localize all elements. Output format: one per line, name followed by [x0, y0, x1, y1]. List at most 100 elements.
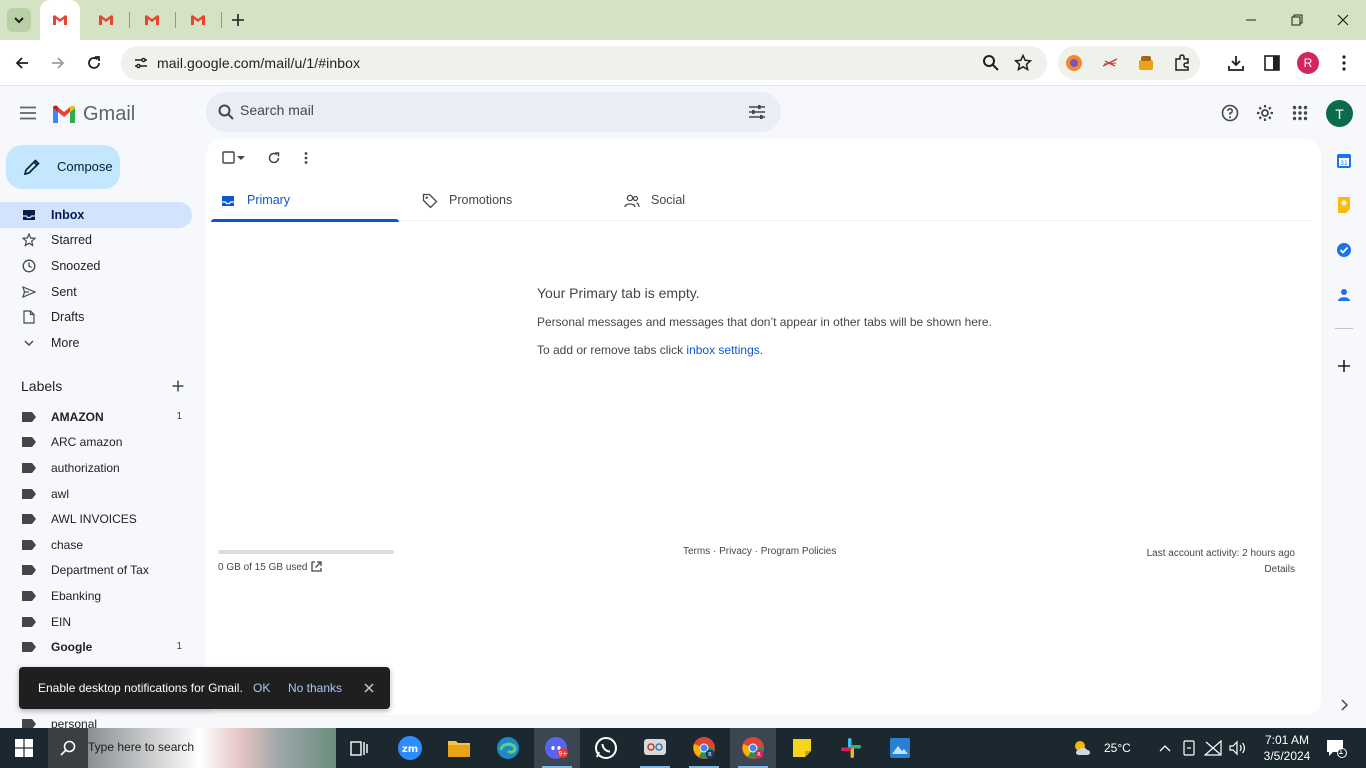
browser-menu-button[interactable]: [1330, 49, 1358, 77]
nav-item-starred[interactable]: Starred: [0, 227, 192, 253]
gmail-logo[interactable]: Gmail: [51, 101, 135, 127]
label-item[interactable]: authorization: [0, 456, 192, 480]
search-input[interactable]: [240, 102, 720, 118]
taskbar-search-box[interactable]: Type here to search: [48, 728, 336, 768]
task-view-button[interactable]: [337, 728, 383, 768]
taskbar-clock[interactable]: 7:01 AM 3/5/2024: [1259, 732, 1315, 764]
label-name: EIN: [51, 615, 72, 629]
toast-no-thanks-button[interactable]: No thanks: [288, 681, 342, 695]
url-text[interactable]: mail.google.com/mail/u/1/#inbox: [157, 55, 360, 71]
forward-button[interactable]: [44, 49, 72, 77]
volume-icon[interactable]: [1227, 738, 1247, 758]
tasks-icon[interactable]: [1334, 240, 1354, 260]
nav-item-drafts[interactable]: Drafts: [0, 304, 192, 330]
extension-firefox-icon[interactable]: [1062, 51, 1086, 75]
google-apps-icon[interactable]: [1286, 99, 1314, 127]
open-external-icon[interactable]: [310, 560, 323, 573]
label-item[interactable]: personal: [0, 712, 192, 728]
calendar-icon[interactable]: 31: [1334, 151, 1354, 171]
notification-center-icon[interactable]: [1324, 738, 1348, 758]
reload-button[interactable]: [80, 49, 108, 77]
toast-ok-button[interactable]: OK: [253, 681, 270, 695]
tab-promotions[interactable]: Promotions: [413, 181, 601, 221]
footer-links[interactable]: Terms · Privacy · Program Policies: [683, 546, 836, 557]
label-item[interactable]: chase: [0, 533, 192, 557]
zoom-icon[interactable]: [979, 51, 1003, 75]
nav-item-inbox[interactable]: Inbox: [0, 202, 192, 228]
browser-tab-gmail-1[interactable]: [40, 0, 80, 40]
label-item[interactable]: Google 1: [0, 635, 192, 659]
compose-button[interactable]: Compose: [6, 145, 120, 189]
device-icon[interactable]: [1179, 738, 1199, 758]
browser-tab-gmail-2[interactable]: [86, 0, 126, 40]
snipping-tool-app[interactable]: [632, 728, 678, 768]
network-disconnected-icon[interactable]: [1203, 738, 1223, 758]
inbox-settings-link[interactable]: inbox settings: [686, 343, 759, 357]
settings-gear-icon[interactable]: [1251, 99, 1279, 127]
label-item[interactable]: ARC amazon: [0, 430, 192, 454]
browser-tab-gmail-3[interactable]: [132, 0, 172, 40]
start-button[interactable]: [0, 728, 48, 768]
toast-close-button[interactable]: [360, 679, 378, 697]
nav-item-snoozed[interactable]: Snoozed: [0, 253, 192, 279]
file-explorer-app[interactable]: [436, 728, 482, 768]
new-tab-button[interactable]: [226, 8, 250, 32]
help-icon[interactable]: [1216, 99, 1244, 127]
restore-button[interactable]: [1274, 0, 1320, 40]
nav-item-sent[interactable]: Sent: [0, 279, 192, 305]
slack-app[interactable]: [828, 728, 874, 768]
chrome-app-1[interactable]: R: [681, 728, 727, 768]
chrome-app-2[interactable]: R: [730, 728, 776, 768]
refresh-button[interactable]: [263, 147, 285, 169]
extension-honey-icon[interactable]: [1134, 51, 1158, 75]
extensions-puzzle-icon[interactable]: [1170, 51, 1194, 75]
address-bar[interactable]: mail.google.com/mail/u/1/#inbox: [121, 46, 1047, 80]
label-item[interactable]: AWL INVOICES: [0, 507, 192, 531]
minimize-button[interactable]: [1228, 0, 1274, 40]
photos-app[interactable]: [877, 728, 923, 768]
hamburger-menu-icon: [20, 106, 36, 120]
browser-tab-gmail-4[interactable]: [178, 0, 218, 40]
weather-temperature[interactable]: 25°C: [1104, 741, 1131, 755]
nav-item-more[interactable]: More: [0, 330, 192, 356]
hide-side-panel-chevron-icon[interactable]: [1334, 695, 1354, 715]
search-options-icon[interactable]: [745, 100, 769, 124]
zoom-app[interactable]: zm: [387, 728, 433, 768]
minimize-icon: [1246, 19, 1256, 21]
label-item[interactable]: Ebanking: [0, 584, 192, 608]
search-bar[interactable]: [206, 92, 781, 132]
whatsapp-app[interactable]: [583, 728, 629, 768]
label-item[interactable]: EIN: [0, 610, 192, 634]
contacts-icon[interactable]: [1334, 285, 1354, 305]
clock-date: 3/5/2024: [1263, 749, 1311, 763]
edge-app[interactable]: [485, 728, 531, 768]
label-item[interactable]: awl: [0, 482, 192, 506]
create-label-button[interactable]: [168, 376, 188, 396]
bookmark-star-icon[interactable]: [1011, 51, 1035, 75]
extension-ticket-icon[interactable]: [1098, 51, 1122, 75]
tab-social[interactable]: Social: [615, 181, 803, 221]
discord-app[interactable]: 9+: [534, 728, 580, 768]
tab-primary[interactable]: Primary: [211, 181, 399, 222]
show-hidden-icons-chevron-icon[interactable]: [1155, 738, 1175, 758]
sticky-notes-app[interactable]: [779, 728, 825, 768]
label-item[interactable]: AMAZON 1: [0, 405, 192, 429]
close-window-button[interactable]: [1320, 0, 1366, 40]
weather-icon[interactable]: [1071, 738, 1095, 758]
side-panel-button[interactable]: [1258, 49, 1286, 77]
tab-search-button[interactable]: [7, 8, 31, 32]
more-actions-button[interactable]: [295, 147, 317, 169]
back-button[interactable]: [8, 49, 36, 77]
get-addons-plus-icon[interactable]: [1334, 356, 1354, 376]
label-item[interactable]: Department of Tax: [0, 558, 192, 582]
details-link[interactable]: Details: [1147, 562, 1295, 578]
profile-button[interactable]: R: [1294, 49, 1322, 77]
select-dropdown-button[interactable]: [234, 147, 248, 169]
gmail-header: Gmail T: [0, 87, 1366, 139]
account-avatar[interactable]: T: [1326, 100, 1353, 127]
downloads-button[interactable]: [1222, 49, 1250, 77]
main-menu-button[interactable]: [14, 95, 42, 131]
keep-icon[interactable]: [1334, 195, 1354, 215]
search-icon[interactable]: [214, 100, 238, 124]
site-info-icon[interactable]: [129, 51, 153, 75]
